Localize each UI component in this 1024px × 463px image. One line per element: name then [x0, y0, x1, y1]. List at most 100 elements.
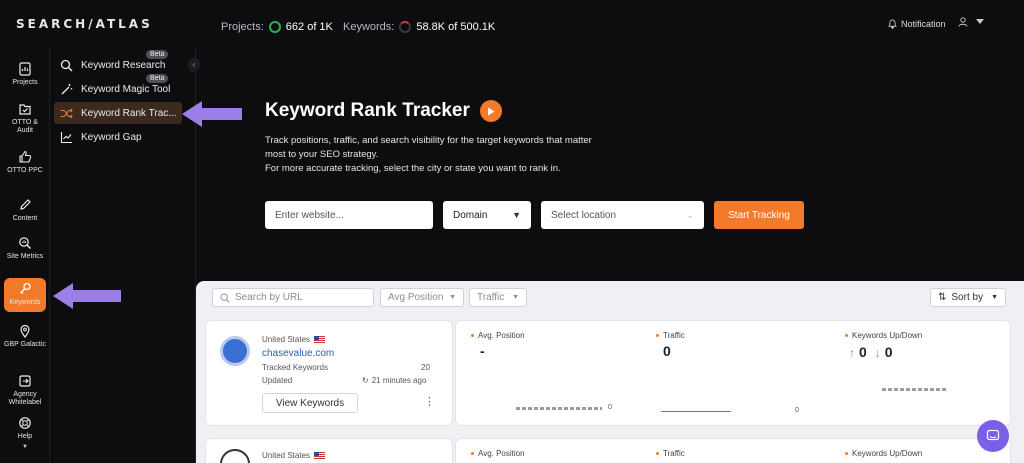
- chevron-down-icon: ▼: [991, 294, 998, 301]
- submenu-label: Keyword Gap: [81, 131, 142, 143]
- keywords-progress-ring: [399, 21, 412, 33]
- top-bar: SEARCH/ATLAS Projects: 662 of 1K Keyword…: [0, 0, 1024, 48]
- page-description: Track positions, traffic, and search vis…: [265, 134, 605, 176]
- chart-icon: [60, 131, 72, 143]
- chevron-left-icon: ‹: [192, 60, 196, 69]
- projects-progress-ring: [268, 21, 281, 33]
- annotation-arrow-icon: [53, 283, 121, 309]
- traffic-filter[interactable]: Traffic ▼: [469, 288, 527, 307]
- metric-dot: [656, 334, 659, 337]
- audit-icon: [19, 104, 31, 115]
- results-panel: Search by URL Avg Position ▼ Traffic ▼ ⇅…: [196, 281, 1024, 463]
- keywords-value: 58.8K of 500.1K: [416, 21, 496, 33]
- rail-item-otto-ppc[interactable]: OTTO PPC: [4, 150, 46, 175]
- view-keywords-button[interactable]: View Keywords: [262, 393, 358, 413]
- chevron-down-icon: ▼: [449, 294, 456, 301]
- metric-dot: [471, 452, 474, 455]
- sort-by-button[interactable]: ⇅ Sort by ▼: [930, 288, 1006, 307]
- play-video-button[interactable]: [479, 100, 502, 122]
- description-line-2: For more accurate tracking, select the c…: [265, 163, 561, 174]
- notification-label: Notification: [901, 19, 946, 29]
- submenu-item-keyword-rank-tracker[interactable]: Keyword Rank Trac...: [54, 102, 182, 124]
- submenu-label: Keyword Magic Tool: [81, 83, 171, 95]
- rail-item-content[interactable]: Content: [4, 198, 46, 223]
- domain-select[interactable]: Domain ▼: [443, 201, 531, 229]
- help-chevron-icon: ▼: [22, 444, 28, 450]
- rail-item-projects[interactable]: Projects: [4, 62, 46, 87]
- logo[interactable]: SEARCH/ATLAS: [16, 17, 153, 31]
- avg-position-chart-zero: 0: [608, 404, 612, 411]
- tracked-keywords-value: 20: [421, 363, 430, 372]
- map-pin-icon: [20, 324, 30, 338]
- rail-item-help[interactable]: Help ▼: [4, 416, 46, 451]
- chevron-down-icon: ▼: [512, 210, 521, 220]
- chat-support-button[interactable]: [977, 420, 1009, 452]
- metric-label-text: Keywords Up/Down: [852, 449, 923, 458]
- collapse-sidebar-button[interactable]: ‹: [188, 58, 200, 72]
- metric-label-text: Keywords Up/Down: [852, 331, 923, 340]
- keywords-quota: Keywords: 58.8K of 500.1K: [343, 21, 495, 33]
- rail-item-agency-whitelabel[interactable]: Agency Whitelabel: [4, 374, 46, 407]
- agency-icon: [19, 375, 31, 387]
- annotation-arrow-icon: [182, 101, 242, 127]
- metric-dot: [656, 452, 659, 455]
- chevron-down-icon: ⌄: [686, 209, 694, 220]
- keywords-updown-value: ↑ 0 ↓ 0: [849, 344, 893, 360]
- refresh-icon: ↻: [362, 376, 369, 385]
- submenu-item-keyword-gap[interactable]: Keyword Gap: [54, 126, 182, 148]
- projects-value: 662 of 1K: [285, 21, 333, 33]
- start-tracking-button[interactable]: Start Tracking: [714, 201, 804, 229]
- avg-position-value: -: [480, 343, 485, 359]
- search-icon: [220, 292, 230, 303]
- help-icon: [19, 417, 31, 429]
- avg-position-metric-label: Avg. Position: [471, 449, 525, 458]
- metric-label-text: Avg. Position: [478, 449, 525, 458]
- project-metrics: Avg. Position Traffic Keywords Up/Down: [455, 438, 1011, 463]
- site-domain-link[interactable]: chasevalue.com: [262, 348, 334, 359]
- metric-dot: [471, 334, 474, 337]
- arrow-up-icon: ↑: [849, 346, 855, 360]
- sort-icon: ⇅: [938, 292, 947, 303]
- site-favicon: [220, 449, 250, 463]
- keywords-up-value: 0: [859, 344, 867, 360]
- rail-label-site-metrics: Site Metrics: [6, 253, 44, 260]
- keywords-submenu: Keyword Research Beta Keyword Magic Tool…: [50, 48, 196, 463]
- rail-item-otto-audit[interactable]: OTTO & Audit: [4, 102, 46, 135]
- shuffle-icon: [61, 108, 73, 118]
- keywords-label: Keywords:: [343, 21, 395, 33]
- country: United States: [262, 451, 326, 460]
- rail-item-site-metrics[interactable]: Site Metrics: [4, 236, 46, 261]
- chat-icon: [986, 429, 1000, 441]
- site-favicon: [220, 336, 250, 366]
- location-select[interactable]: Select location ⌄: [541, 201, 704, 229]
- search-url-input[interactable]: Search by URL: [212, 288, 374, 307]
- page-title: Keyword Rank Tracker: [265, 100, 502, 122]
- avg-position-filter[interactable]: Avg Position ▼: [380, 288, 464, 307]
- traffic-filter-label: Traffic: [477, 292, 505, 303]
- rail-item-keywords[interactable]: Keywords: [4, 278, 46, 312]
- key-icon: [20, 282, 31, 294]
- avg-position-sparkline: [516, 407, 602, 410]
- left-rail: Projects OTTO & Audit OTTO PPC Content S…: [0, 48, 50, 463]
- rail-label-otto-ppc: OTTO PPC: [7, 167, 43, 174]
- play-icon: [487, 107, 495, 115]
- website-input-placeholder: Enter website...: [275, 209, 344, 221]
- page-title-text: Keyword Rank Tracker: [265, 100, 470, 121]
- notification-button[interactable]: Notification: [888, 19, 946, 29]
- location-select-placeholder: Select location: [551, 209, 617, 221]
- submenu-label: Keyword Research: [81, 59, 166, 71]
- rail-item-gbp-galactic[interactable]: GBP Galactic: [4, 324, 46, 349]
- metric-dot: [845, 452, 848, 455]
- updated-label: Updated: [262, 376, 293, 385]
- keywords-updown-metric-label: Keywords Up/Down: [845, 449, 922, 458]
- website-input[interactable]: Enter website...: [265, 201, 433, 229]
- sort-by-label: Sort by: [951, 292, 984, 303]
- more-options-icon[interactable]: ⋮: [424, 395, 435, 408]
- updated-time: ↻ 21 minutes ago: [362, 376, 426, 385]
- tracked-keywords-label: Tracked Keywords: [262, 363, 328, 372]
- rail-label-content: Content: [12, 215, 38, 222]
- metric-dot: [845, 334, 848, 337]
- rail-label-help: Help: [17, 433, 33, 440]
- keywords-updown-metric-label: Keywords Up/Down: [845, 331, 922, 340]
- user-menu[interactable]: [958, 17, 984, 27]
